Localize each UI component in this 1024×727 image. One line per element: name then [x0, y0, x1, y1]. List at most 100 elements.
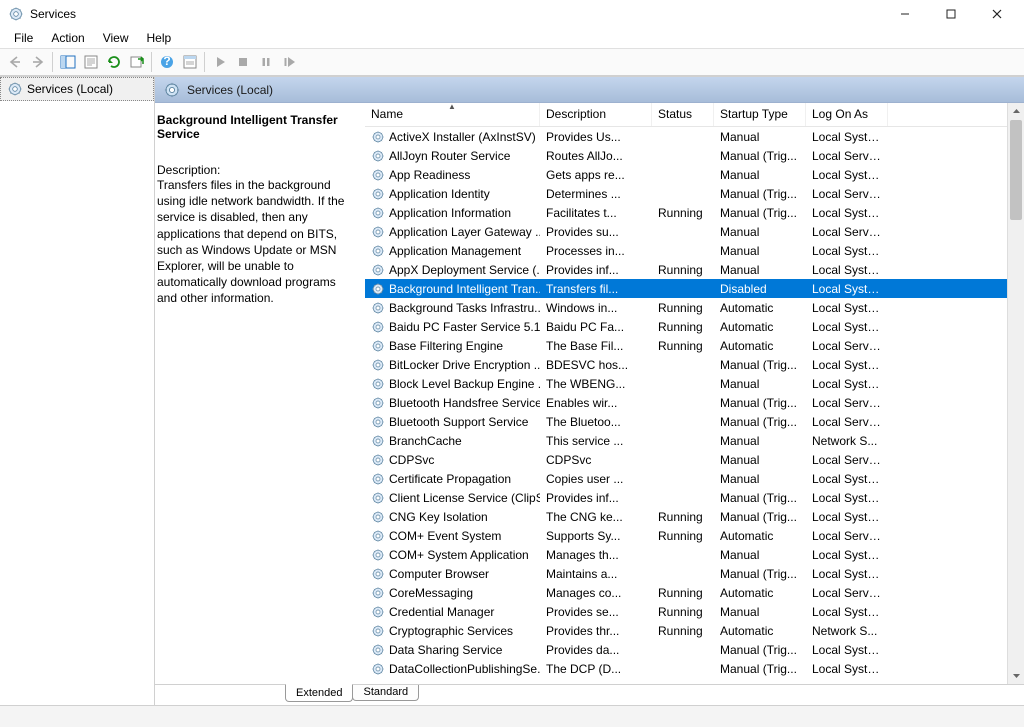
cell-status: Running [652, 586, 714, 600]
content-header-title: Services (Local) [187, 83, 273, 97]
menu-file[interactable]: File [6, 29, 41, 47]
column-header-startup[interactable]: Startup Type [714, 103, 806, 126]
list-scroll: ▲Name Description Status Startup Type Lo… [365, 103, 1007, 684]
cell-logon: Local Syste... [806, 320, 888, 334]
start-service-button[interactable] [208, 51, 231, 73]
cell-name: Base Filtering Engine [365, 339, 540, 353]
cell-name: Certificate Propagation [365, 472, 540, 486]
toolbar-separator [52, 52, 53, 72]
tab-standard[interactable]: Standard [352, 685, 419, 701]
properties-button[interactable] [79, 51, 102, 73]
service-row[interactable]: Application ManagementProcesses in...Man… [365, 241, 1007, 260]
cell-startup: Automatic [714, 301, 806, 315]
stop-service-button[interactable] [231, 51, 254, 73]
cell-description: Manages co... [540, 586, 652, 600]
service-row[interactable]: AppX Deployment Service (...Provides inf… [365, 260, 1007, 279]
column-header-logon[interactable]: Log On As [806, 103, 888, 126]
services-gear-icon [7, 81, 23, 97]
toolbar-separator [151, 52, 152, 72]
cell-logon: Local Syste... [806, 548, 888, 562]
service-row[interactable]: DataCollectionPublishingSe...The DCP (D.… [365, 659, 1007, 678]
back-button[interactable] [3, 51, 26, 73]
scroll-down-button[interactable] [1008, 667, 1024, 684]
cell-description: Gets apps re... [540, 168, 652, 182]
tree-item-services-local[interactable]: Services (Local) [0, 77, 154, 101]
tab-extended[interactable]: Extended [285, 684, 353, 702]
pause-service-button[interactable] [254, 51, 277, 73]
cell-logon: Local Syste... [806, 662, 888, 676]
service-row[interactable]: Application Layer Gateway ...Provides su… [365, 222, 1007, 241]
menu-action[interactable]: Action [43, 29, 92, 47]
service-row[interactable]: Cryptographic ServicesProvides thr...Run… [365, 621, 1007, 640]
help-button[interactable]: ? [155, 51, 178, 73]
cell-name: CoreMessaging [365, 586, 540, 600]
content-header: Services (Local) [155, 77, 1024, 103]
column-header-name[interactable]: ▲Name [365, 103, 540, 126]
minimize-button[interactable] [882, 0, 928, 28]
cell-startup: Manual [714, 168, 806, 182]
maximize-button[interactable] [928, 0, 974, 28]
service-row[interactable]: Base Filtering EngineThe Base Fil...Runn… [365, 336, 1007, 355]
service-row[interactable]: Block Level Backup Engine ...The WBENG..… [365, 374, 1007, 393]
service-row[interactable]: AllJoyn Router ServiceRoutes AllJo...Man… [365, 146, 1007, 165]
forward-button[interactable] [26, 51, 49, 73]
service-row[interactable]: CDPSvcCDPSvcManualLocal Service [365, 450, 1007, 469]
cell-startup: Manual (Trig... [714, 643, 806, 657]
close-button[interactable] [974, 0, 1020, 28]
cell-description: Transfers fil... [540, 282, 652, 296]
service-row[interactable]: Computer BrowserMaintains a...Manual (Tr… [365, 564, 1007, 583]
cell-description: The Base Fil... [540, 339, 652, 353]
service-row[interactable]: Bluetooth Handsfree ServiceEnables wir..… [365, 393, 1007, 412]
service-row[interactable]: Client License Service (ClipS...Provides… [365, 488, 1007, 507]
menu-view[interactable]: View [95, 29, 137, 47]
service-row[interactable]: CNG Key IsolationThe CNG ke...RunningMan… [365, 507, 1007, 526]
cell-status: Running [652, 529, 714, 543]
cell-startup: Automatic [714, 586, 806, 600]
scroll-up-button[interactable] [1008, 103, 1024, 120]
vertical-scrollbar[interactable] [1007, 103, 1024, 684]
service-row[interactable]: COM+ Event SystemSupports Sy...RunningAu… [365, 526, 1007, 545]
restart-service-button[interactable] [277, 51, 300, 73]
menu-help[interactable]: Help [139, 29, 180, 47]
cell-logon: Local Service [806, 586, 888, 600]
cell-status: Running [652, 320, 714, 334]
scrollbar-thumb[interactable] [1010, 120, 1022, 220]
cell-description: Provides inf... [540, 263, 652, 277]
statusbar [0, 705, 1024, 727]
service-row[interactable]: Background Tasks Infrastru...Windows in.… [365, 298, 1007, 317]
cell-name: Client License Service (ClipS... [365, 491, 540, 505]
service-row[interactable]: App ReadinessGets apps re...ManualLocal … [365, 165, 1007, 184]
service-row[interactable]: Certificate PropagationCopies user ...Ma… [365, 469, 1007, 488]
service-row[interactable]: Application InformationFacilitates t...R… [365, 203, 1007, 222]
cell-name: Credential Manager [365, 605, 540, 619]
service-row[interactable]: COM+ System ApplicationManages th...Manu… [365, 545, 1007, 564]
cell-name: Application Information [365, 206, 540, 220]
column-header-description[interactable]: Description [540, 103, 652, 126]
cell-startup: Manual (Trig... [714, 510, 806, 524]
service-row[interactable]: Credential ManagerProvides se...RunningM… [365, 602, 1007, 621]
service-row[interactable]: Application IdentityDetermines ...Manual… [365, 184, 1007, 203]
refresh-button[interactable] [102, 51, 125, 73]
app-gear-icon [8, 6, 24, 22]
cell-description: Supports Sy... [540, 529, 652, 543]
service-row[interactable]: CoreMessagingManages co...RunningAutomat… [365, 583, 1007, 602]
cell-logon: Network S... [806, 434, 888, 448]
properties-dialog-button[interactable] [178, 51, 201, 73]
cell-description: Provides su... [540, 225, 652, 239]
service-row[interactable]: Data Sharing ServiceProvides da...Manual… [365, 640, 1007, 659]
cell-logon: Local Syste... [806, 301, 888, 315]
service-row[interactable]: BitLocker Drive Encryption ...BDESVC hos… [365, 355, 1007, 374]
service-row[interactable]: Baidu PC Faster Service 5.1....Baidu PC … [365, 317, 1007, 336]
cell-status: Running [652, 301, 714, 315]
cell-logon: Local Service [806, 149, 888, 163]
show-hide-tree-button[interactable] [56, 51, 79, 73]
export-list-button[interactable] [125, 51, 148, 73]
column-header-status[interactable]: Status [652, 103, 714, 126]
service-row[interactable]: ActiveX Installer (AxInstSV)Provides Us.… [365, 127, 1007, 146]
cell-logon: Local Syste... [806, 358, 888, 372]
service-row[interactable]: Background Intelligent Tran...Transfers … [365, 279, 1007, 298]
service-row[interactable]: Bluetooth Support ServiceThe Bluetoo...M… [365, 412, 1007, 431]
cell-description: Maintains a... [540, 567, 652, 581]
toolbar: ? [0, 48, 1024, 76]
service-row[interactable]: BranchCacheThis service ...ManualNetwork… [365, 431, 1007, 450]
